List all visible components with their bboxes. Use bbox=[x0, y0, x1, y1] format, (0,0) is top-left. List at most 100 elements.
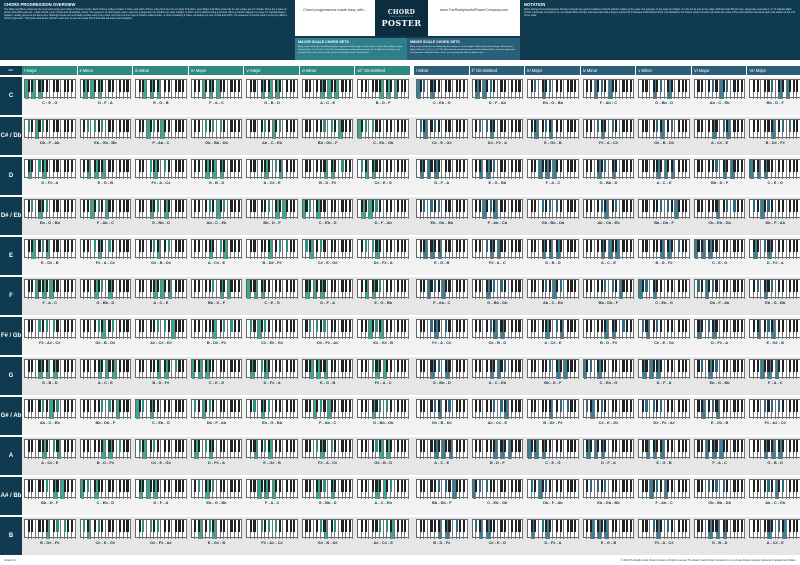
piano-keyboard bbox=[471, 319, 524, 339]
black-key bbox=[360, 200, 364, 212]
website-url[interactable]: www.TheReallyUsefulPosterCompany.com bbox=[428, 4, 520, 16]
black-key bbox=[485, 280, 489, 292]
black-key bbox=[138, 440, 141, 452]
black-key bbox=[444, 320, 447, 332]
chord-cell: B - D# - F# bbox=[525, 398, 581, 434]
chord-notes: C - Eb - G bbox=[152, 420, 170, 425]
black-key bbox=[796, 400, 799, 412]
black-key bbox=[670, 400, 673, 412]
black-key bbox=[645, 360, 648, 372]
copyright-text: © 2019 The Really Useful Poster Company.… bbox=[620, 559, 796, 562]
black-key bbox=[611, 120, 614, 132]
piano-keyboard bbox=[79, 479, 132, 499]
chord-cell: F# - A# - C# bbox=[747, 398, 800, 434]
black-key bbox=[726, 200, 729, 212]
black-key bbox=[781, 120, 784, 132]
black-key bbox=[153, 440, 156, 452]
black-key bbox=[163, 400, 167, 412]
black-key bbox=[138, 280, 141, 292]
black-key bbox=[778, 320, 781, 332]
black-key bbox=[700, 80, 704, 92]
black-key bbox=[659, 120, 663, 132]
piano-keyboard bbox=[582, 79, 635, 99]
piano-keyboard bbox=[527, 399, 579, 419]
chord-cell: Ab - C - Eb bbox=[692, 78, 748, 114]
piano-keyboard bbox=[24, 119, 76, 139]
black-key bbox=[319, 80, 322, 92]
black-key bbox=[722, 160, 725, 172]
black-key bbox=[756, 240, 759, 252]
black-key bbox=[52, 400, 55, 412]
black-key bbox=[345, 80, 348, 92]
chord-notes: G - B - D bbox=[711, 540, 728, 545]
piano-keyboard bbox=[79, 199, 132, 219]
black-key bbox=[622, 160, 625, 172]
piano-keyboard bbox=[749, 199, 800, 219]
black-key bbox=[126, 280, 129, 292]
chord-cell: F - Ab - C bbox=[78, 198, 134, 234]
black-key bbox=[423, 520, 426, 532]
black-key bbox=[212, 520, 215, 532]
black-key bbox=[52, 320, 55, 332]
black-key bbox=[462, 480, 466, 492]
black-key bbox=[629, 480, 632, 492]
black-key bbox=[493, 360, 496, 372]
black-key bbox=[737, 160, 740, 172]
black-key bbox=[308, 120, 312, 132]
key-row: A# / Bb Bb - D - FC - Eb - GD - F - A Eb -… bbox=[0, 477, 800, 515]
black-key bbox=[667, 280, 670, 292]
piano-keyboard bbox=[135, 119, 187, 139]
black-key bbox=[360, 360, 364, 372]
black-key bbox=[67, 480, 70, 492]
black-key bbox=[700, 160, 704, 172]
black-key bbox=[83, 80, 86, 92]
black-key bbox=[404, 440, 407, 452]
chord-cell: E - G# - B bbox=[189, 518, 245, 554]
black-key bbox=[615, 320, 618, 332]
black-key bbox=[433, 200, 437, 212]
black-key bbox=[437, 360, 440, 372]
black-key bbox=[119, 120, 122, 132]
black-key bbox=[174, 520, 177, 532]
black-key bbox=[726, 360, 729, 372]
black-key bbox=[625, 520, 629, 532]
black-key bbox=[625, 200, 629, 212]
piano-keyboard bbox=[527, 479, 579, 499]
black-key bbox=[379, 480, 382, 492]
black-key bbox=[430, 80, 433, 92]
black-key bbox=[559, 360, 562, 372]
black-key bbox=[345, 480, 348, 492]
black-key bbox=[622, 280, 625, 292]
piano-keyboard bbox=[79, 159, 132, 179]
black-key bbox=[122, 400, 125, 412]
black-key bbox=[622, 240, 625, 252]
black-key bbox=[478, 360, 481, 372]
black-key bbox=[386, 80, 389, 92]
black-key bbox=[205, 400, 208, 412]
black-key bbox=[389, 360, 392, 372]
black-key bbox=[63, 200, 66, 212]
black-key bbox=[711, 200, 714, 212]
black-key bbox=[122, 80, 125, 92]
row-key-label: A# / Bb bbox=[0, 477, 22, 515]
black-key bbox=[108, 240, 111, 252]
piano-keyboard bbox=[749, 79, 800, 99]
black-key bbox=[348, 80, 351, 92]
black-key bbox=[545, 200, 548, 212]
black-key bbox=[534, 120, 537, 132]
chord-cell: A - C - Eb bbox=[355, 478, 411, 514]
black-key bbox=[334, 80, 337, 92]
black-key bbox=[419, 120, 422, 132]
black-key bbox=[70, 320, 74, 332]
chord-notes: A - C - E bbox=[320, 100, 336, 105]
chord-notes: D - F# - A bbox=[263, 380, 281, 385]
black-key bbox=[142, 120, 145, 132]
black-key bbox=[67, 240, 70, 252]
black-key bbox=[219, 320, 222, 332]
black-key bbox=[459, 280, 462, 292]
black-key bbox=[126, 360, 129, 372]
version-label: Version 2.0 bbox=[4, 559, 16, 562]
black-key bbox=[219, 440, 222, 452]
black-key bbox=[275, 200, 278, 212]
chord-cell: A# - C# - E# bbox=[133, 318, 189, 354]
